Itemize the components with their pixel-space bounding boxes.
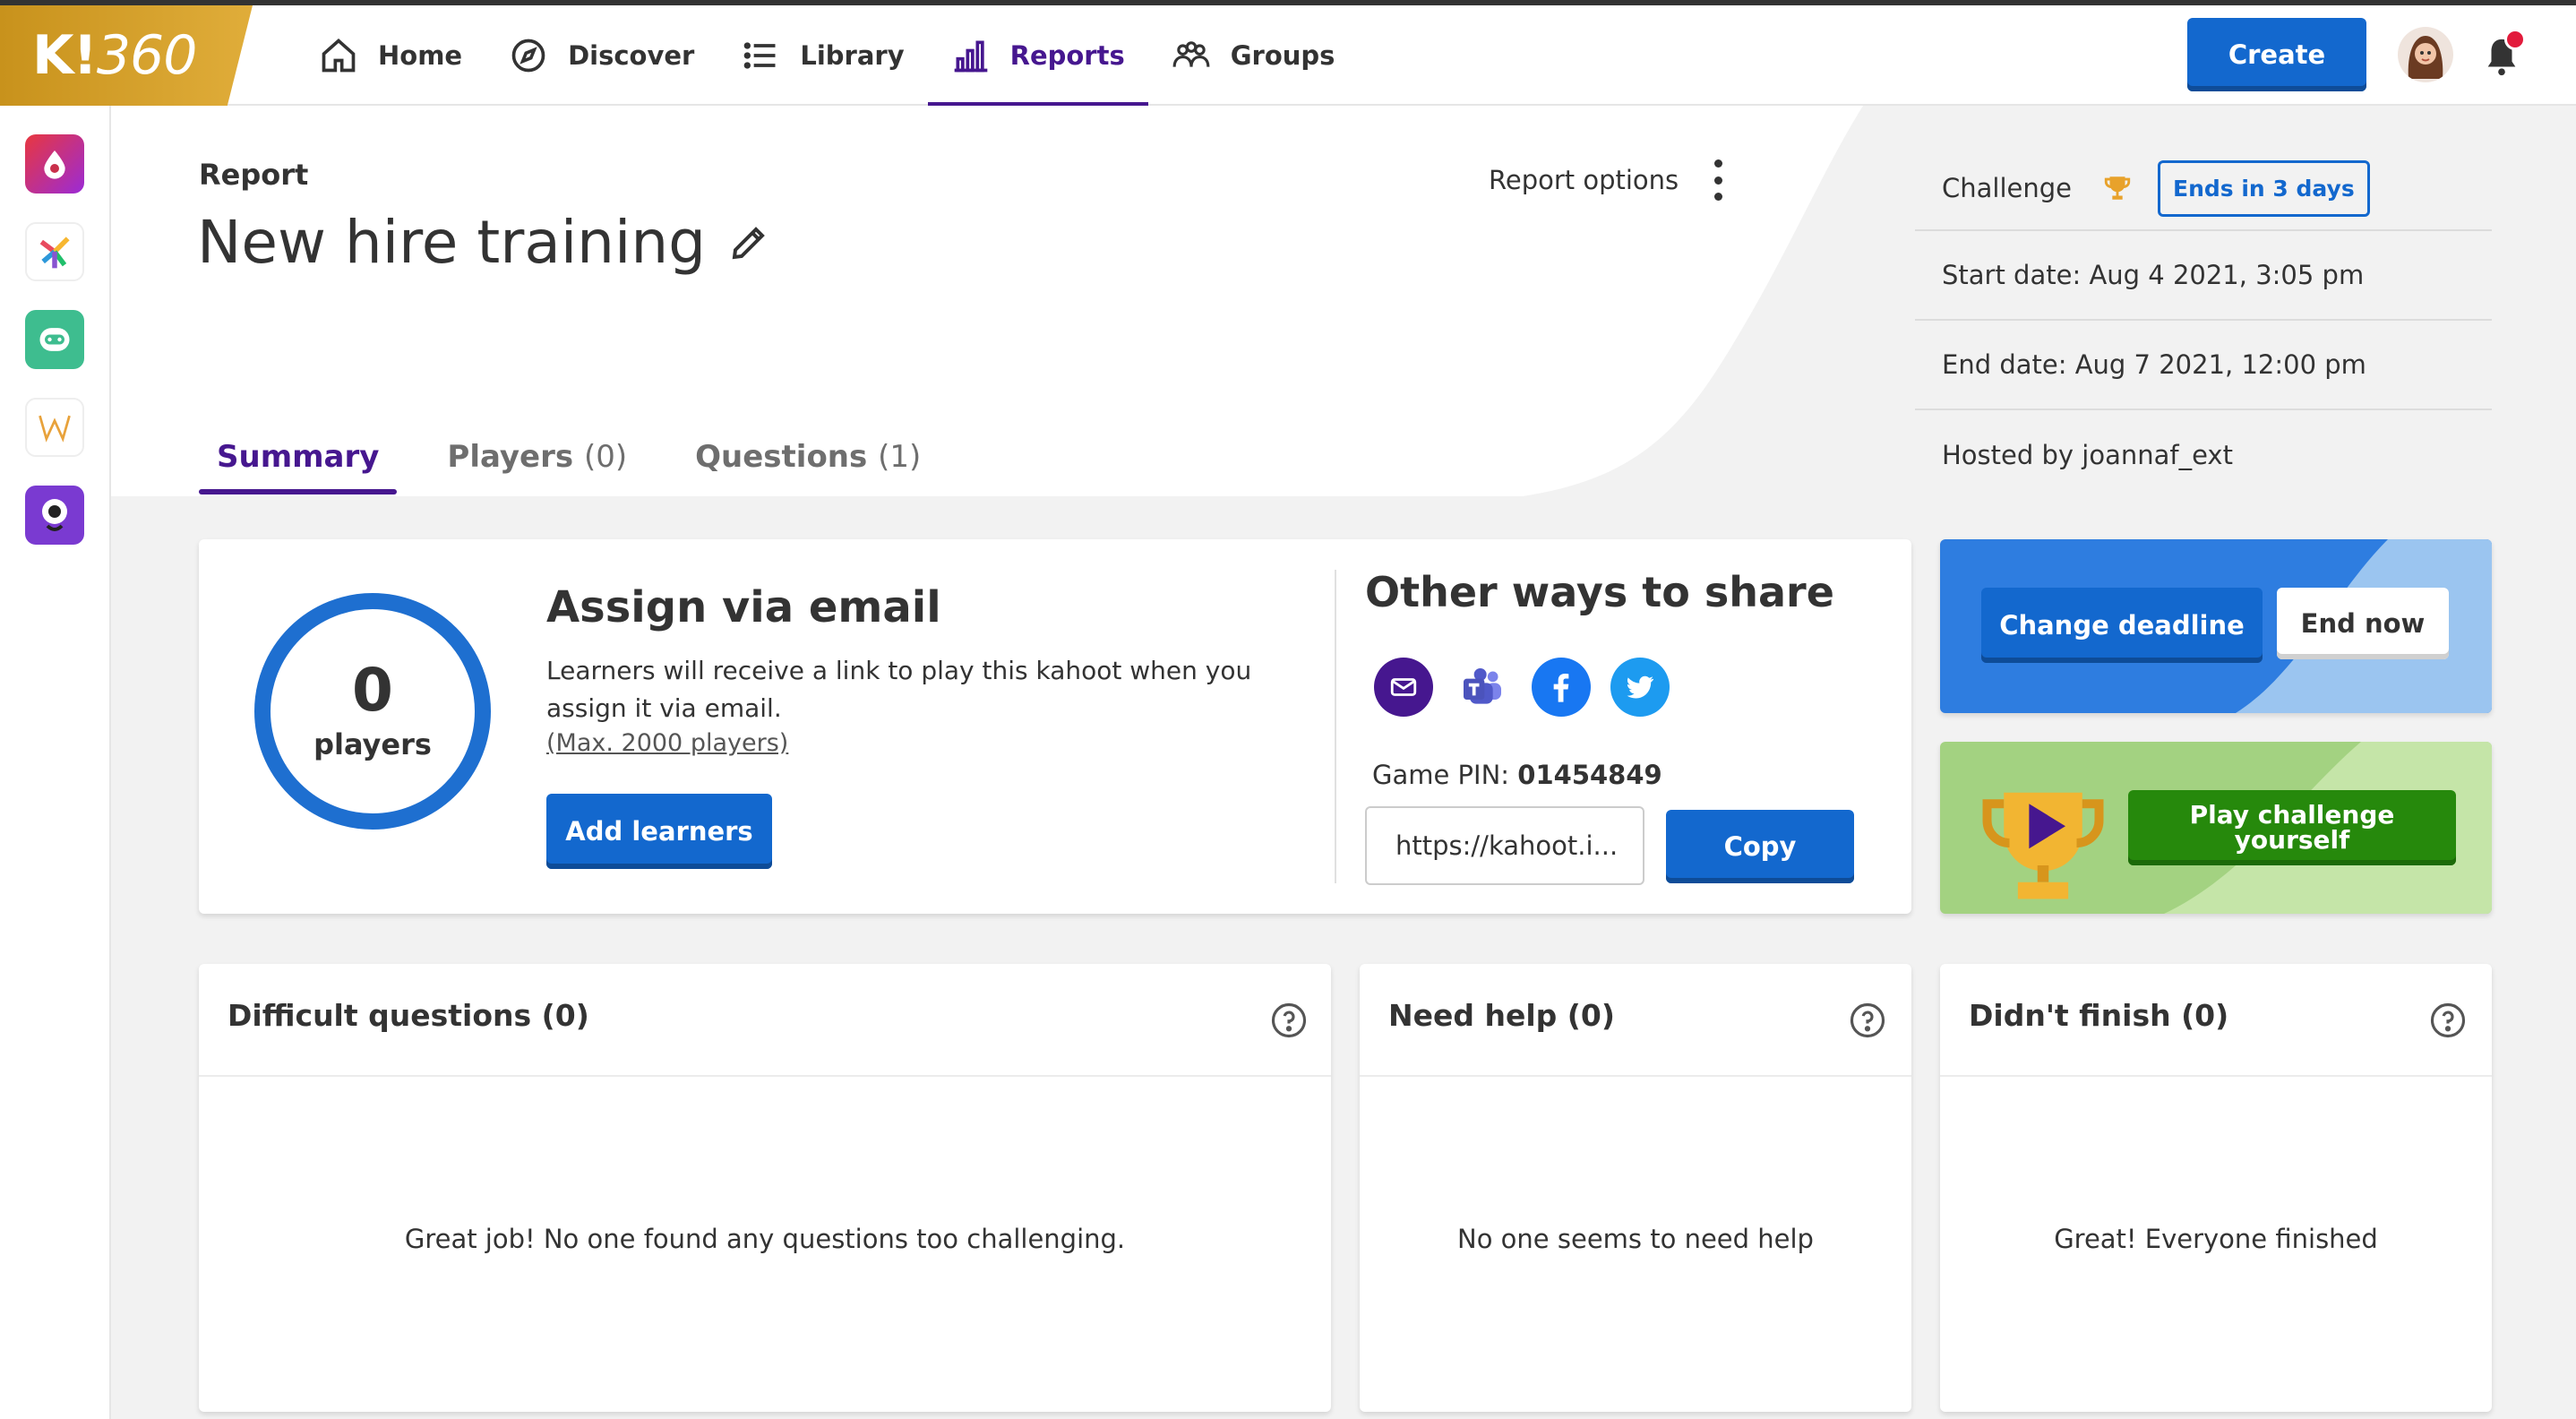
chat-bot-icon: [39, 328, 70, 351]
tab-summary[interactable]: Summary: [199, 425, 398, 494]
end-date-row: End date: Aug 7 2021, 12:00 pm: [1915, 321, 2492, 410]
report-label: Report: [199, 158, 309, 192]
assign-title: Assign via email: [546, 582, 941, 632]
report-options-label: Report options: [1489, 165, 1679, 195]
help-icon[interactable]: [1849, 1002, 1886, 1039]
nav-discover[interactable]: Discover: [485, 5, 717, 106]
create-button[interactable]: Create: [2187, 18, 2366, 91]
list-icon: [744, 42, 776, 69]
tab-players[interactable]: Players (0): [429, 425, 645, 494]
email-icon[interactable]: [1374, 658, 1433, 717]
players-label: players: [313, 727, 432, 761]
nav-reports-label: Reports: [1009, 40, 1125, 71]
didnt-finish-title: Didn't finish (0): [1969, 998, 2229, 1033]
didnt-finish-panel: Didn't finish (0) Great! Everyone finish…: [1940, 964, 2492, 1412]
end-now-button[interactable]: End now: [2277, 588, 2449, 659]
main-nav: Home Discover Library Reports Groups: [296, 5, 1359, 108]
twitter-icon[interactable]: [1610, 658, 1670, 717]
top-header: K!360 Home Discover Library Reports Grou…: [0, 5, 2576, 108]
need-help-panel: Need help (0) No one seems to need help: [1360, 964, 1911, 1412]
page-title: New hire training: [197, 208, 770, 277]
didnt-finish-message: Great! Everyone finished: [2054, 1224, 2378, 1254]
tab-summary-label: Summary: [217, 439, 380, 475]
w-letter-icon: [39, 415, 71, 443]
share-icons: [1374, 658, 1689, 717]
game-pin-value: 01454849: [1517, 760, 1662, 790]
rail-app-spark[interactable]: [25, 222, 84, 281]
rail-app-monster[interactable]: [25, 486, 84, 545]
need-help-title: Need help (0): [1388, 998, 1615, 1033]
report-tabs: Summary Players (0) Questions (1): [199, 425, 971, 494]
monster-icon: [42, 499, 67, 531]
facebook-icon[interactable]: [1532, 658, 1591, 717]
tab-players-count: (0): [583, 439, 628, 475]
trophy-icon: [2104, 176, 2131, 200]
nav-library[interactable]: Library: [717, 5, 927, 106]
logo-360: 360: [96, 24, 198, 87]
compass-icon: [511, 39, 545, 73]
hosted-by-row: Hosted by joannaf_ext: [1942, 440, 2233, 470]
home-icon: [322, 39, 356, 73]
nav-library-label: Library: [800, 40, 905, 71]
start-date-row: Start date: Aug 4 2021, 3:05 pm: [1915, 231, 2492, 321]
change-deadline-button[interactable]: Change deadline: [1981, 588, 2263, 663]
rail-app-drops[interactable]: [25, 134, 84, 194]
share-title: Other ways to share: [1365, 568, 1834, 616]
tab-players-label: Players: [447, 439, 574, 475]
challenge-label: Challenge: [1942, 173, 2072, 203]
players-count: 0: [352, 656, 393, 725]
need-help-message: No one seems to need help: [1457, 1224, 1814, 1254]
avatar[interactable]: [2398, 27, 2453, 82]
panel-separator: [199, 1075, 1331, 1077]
spark-icon: [39, 236, 70, 269]
people-icon: [1172, 41, 1210, 67]
play-challenge-button[interactable]: Play challenge yourself: [2128, 790, 2456, 865]
logo-k: K!: [32, 24, 98, 87]
max-players-link[interactable]: (Max. 2000 players): [546, 729, 788, 757]
tab-questions[interactable]: Questions (1): [677, 425, 939, 494]
panel-separator: [1360, 1075, 1911, 1077]
nav-reports[interactable]: Reports: [927, 5, 1148, 108]
players-ring: 0 players: [254, 593, 491, 830]
user-avatar-image: [2408, 36, 2443, 79]
trophy-play-icon: [1982, 792, 2104, 899]
rail-app-chat[interactable]: [25, 310, 84, 369]
ends-badge: Ends in 3 days: [2158, 159, 2370, 217]
kahoot-360-logo[interactable]: K!360: [0, 5, 253, 106]
nav-home-label: Home: [378, 40, 463, 71]
difficult-questions-title: Difficult questions (0): [228, 998, 589, 1033]
nav-home[interactable]: Home: [296, 5, 485, 106]
challenge-info: Challenge Ends in 3 days Start date: Aug…: [1915, 147, 2492, 500]
help-icon[interactable]: [2429, 1002, 2467, 1039]
pencil-icon[interactable]: [727, 221, 770, 264]
share-url-input[interactable]: [1365, 806, 1644, 885]
card-divider: [1335, 570, 1336, 883]
report-title-text: New hire training: [197, 208, 707, 277]
panel-separator: [1940, 1075, 2492, 1077]
tab-questions-count: (1): [878, 439, 922, 475]
teams-icon[interactable]: [1453, 658, 1512, 717]
challenge-row: Challenge Ends in 3 days: [1915, 147, 2492, 231]
nav-groups-label: Groups: [1230, 40, 1335, 71]
nav-groups[interactable]: Groups: [1148, 5, 1359, 106]
app-rail: [0, 106, 111, 1419]
game-pin: Game PIN: 01454849: [1372, 760, 1662, 790]
bar-chart-icon: [954, 40, 987, 73]
drop-icon: [44, 150, 65, 179]
difficult-questions-message: Great job! No one found any questions to…: [404, 1224, 1126, 1254]
tab-questions-label: Questions: [695, 439, 868, 475]
report-options[interactable]: Report options: [1489, 159, 1723, 201]
rail-app-w[interactable]: [25, 398, 84, 457]
assign-description: Learners will receive a link to play thi…: [546, 656, 1252, 723]
nav-discover-label: Discover: [568, 40, 695, 71]
copy-button[interactable]: Copy: [1666, 810, 1854, 883]
game-pin-label: Game PIN:: [1372, 760, 1510, 790]
help-icon[interactable]: [1270, 1002, 1308, 1039]
difficult-questions-panel: Difficult questions (0) Great job! No on…: [199, 964, 1331, 1412]
notification-dot: [2504, 29, 2526, 50]
add-learners-button[interactable]: Add learners: [546, 794, 772, 869]
kebab-menu-icon[interactable]: [1713, 159, 1723, 201]
